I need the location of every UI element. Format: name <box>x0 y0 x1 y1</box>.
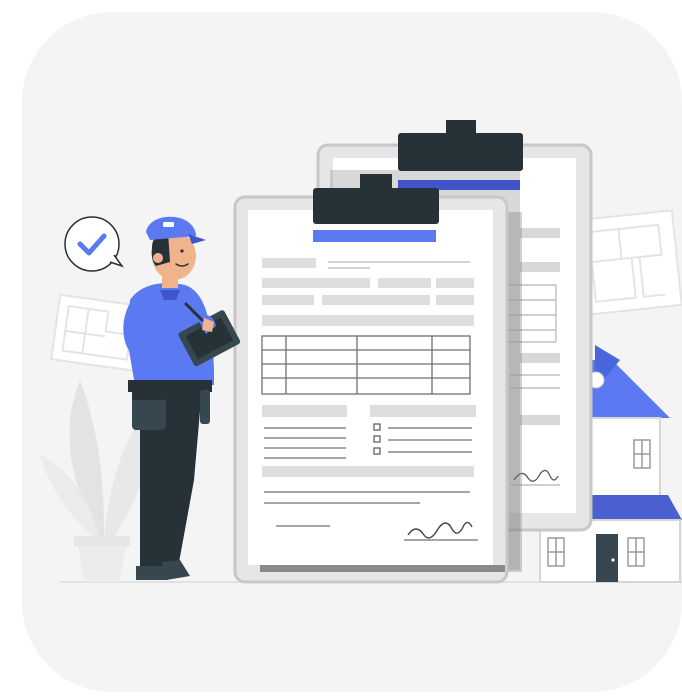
illustration-stage <box>0 0 682 696</box>
blueprint-right-icon <box>576 209 682 316</box>
checkbox-icon <box>373 423 381 455</box>
clipboard-front <box>233 174 522 584</box>
inspection-illustration <box>22 12 682 692</box>
